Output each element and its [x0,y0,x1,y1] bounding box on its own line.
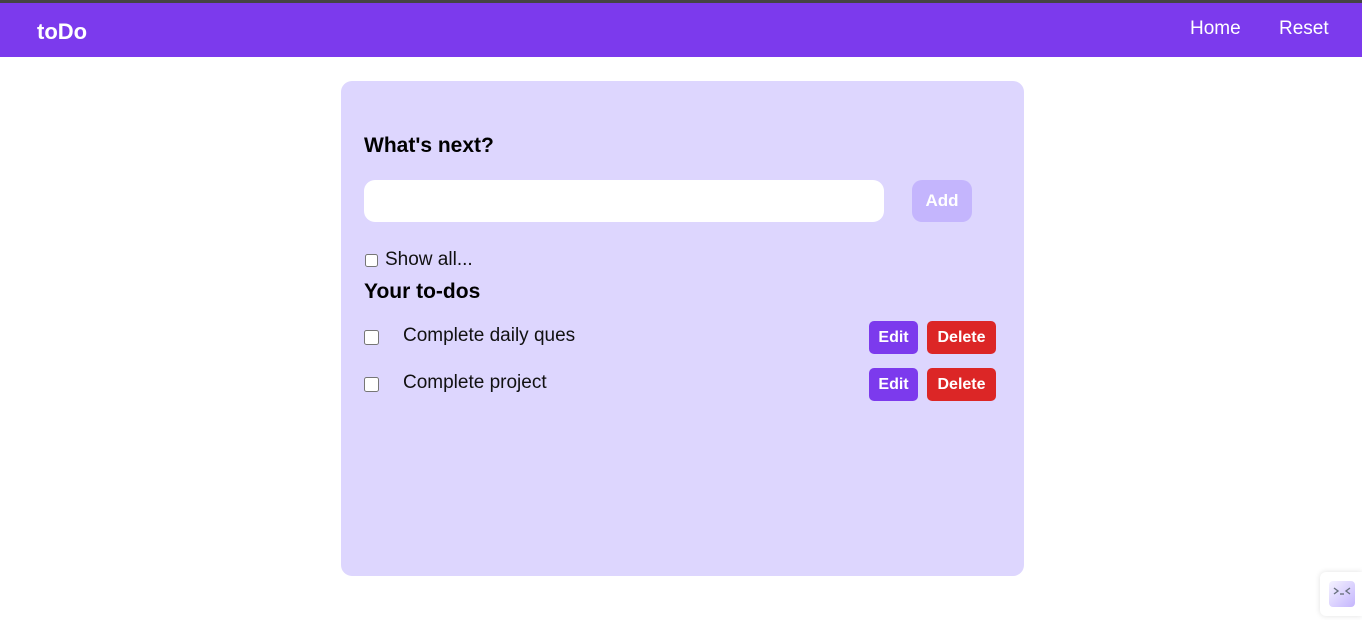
delete-button[interactable]: Delete [927,368,996,401]
delete-button[interactable]: Delete [927,321,996,354]
todo-complete-checkbox[interactable] [364,377,379,392]
edit-button[interactable]: Edit [869,321,918,354]
edit-button[interactable]: Edit [869,368,918,401]
show-all-checkbox[interactable] [365,253,378,267]
list-heading: Your to-dos [364,280,481,303]
todo-card: What's next? Add Show all... Your to-dos… [341,81,1024,576]
navbar: toDo Home Reset [0,3,1362,57]
devtools-widget-button[interactable] [1320,572,1362,616]
todo-complete-checkbox[interactable] [364,330,379,345]
devtools-icon [1329,581,1355,607]
todo-text: Complete daily ques [403,325,576,346]
brand-logo[interactable]: toDo [37,18,87,46]
todo-input[interactable] [364,180,884,222]
input-heading: What's next? [364,134,494,157]
add-button[interactable]: Add [912,180,972,222]
show-all-toggle[interactable]: Show all... [364,249,473,271]
nav-home-link[interactable]: Home [1190,17,1241,41]
show-all-label: Show all... [385,249,473,270]
nav-reset-link[interactable]: Reset [1279,17,1329,41]
todo-item: Complete daily ques Edit Delete [364,321,996,355]
todo-item: Complete project Edit Delete [364,368,996,402]
todo-text: Complete project [403,372,547,393]
